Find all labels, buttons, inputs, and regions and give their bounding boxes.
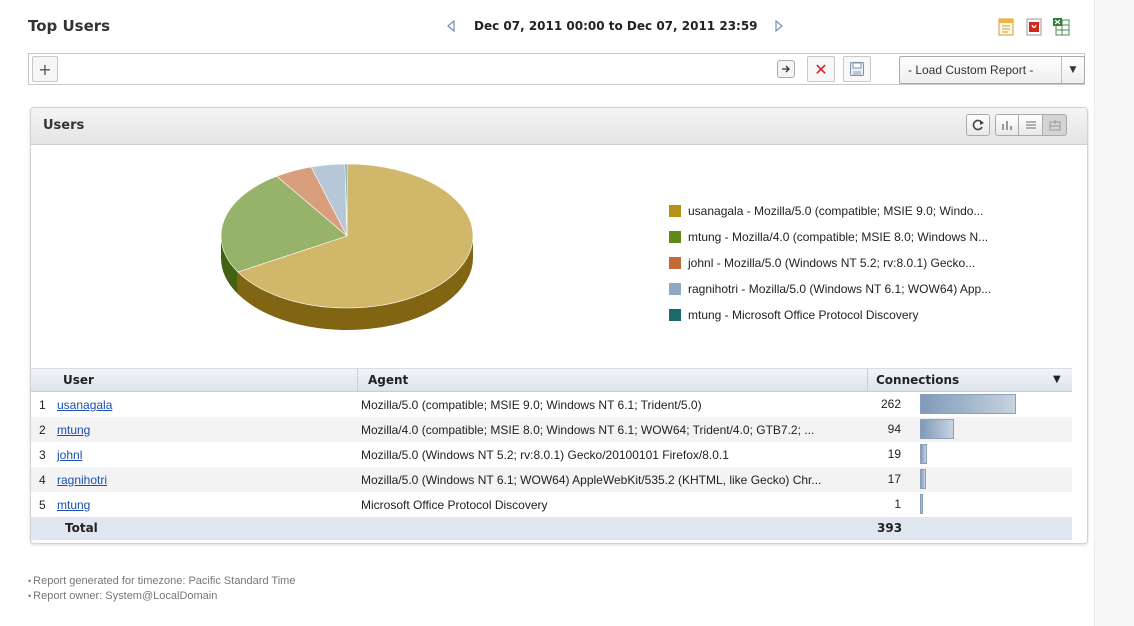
users-panel: Users usanagala - Mozilla/5.0 (compatibl…: [30, 107, 1088, 544]
export-toolbar: [996, 17, 1072, 37]
footer-owner-text: Report owner: System@LocalDomain: [33, 590, 218, 602]
user-link[interactable]: ragnihotri: [57, 473, 107, 487]
legend-swatch: [669, 231, 681, 243]
user-link[interactable]: mtung: [57, 423, 90, 437]
close-icon: ✕: [814, 59, 828, 79]
connections-value: 1: [894, 497, 901, 511]
pie-chart-svg: [220, 163, 474, 330]
column-header-user[interactable]: User: [63, 373, 94, 387]
date-range: Dec 07, 2011 00:00 to Dec 07, 2011 23:59: [474, 19, 758, 33]
list-icon[interactable]: [1019, 114, 1043, 136]
table-row: 5 mtung Microsoft Office Protocol Discover…: [31, 492, 1072, 517]
filter-bar: + ✕ - Load Custom Report - ▼: [28, 53, 1085, 85]
agent-text: Microsoft Office Protocol Discovery: [361, 498, 548, 512]
total-value: 393: [877, 521, 903, 535]
apply-filter-button[interactable]: [777, 60, 795, 78]
table-body: 1 usanagala Mozilla/5.0 (compatible; MSIE …: [31, 392, 1072, 517]
agent-text: Mozilla/5.0 (Windows NT 6.1; WOW64) Appl…: [361, 473, 822, 487]
column-divider: [867, 369, 868, 391]
footer-timezone-text: Report generated for timezone: Pacific S…: [33, 575, 296, 587]
filter-input[interactable]: [65, 57, 769, 83]
legend-item: usanagala - Mozilla/5.0 (compatible; MSI…: [669, 198, 991, 224]
column-divider: [357, 369, 358, 391]
table-row: 3 johnl Mozilla/5.0 (Windows NT 5.2; rv:8.…: [31, 442, 1072, 467]
column-header-agent[interactable]: Agent: [368, 373, 408, 387]
legend-item: ragnihotri - Mozilla/5.0 (Windows NT 6.1…: [669, 276, 991, 302]
panel-header: Users: [31, 108, 1087, 145]
report-icon[interactable]: [996, 17, 1016, 37]
legend-item: mtung - Microsoft Office Protocol Discov…: [669, 302, 991, 328]
table-header: User Agent Connections ▼: [31, 368, 1072, 392]
row-number: 1: [39, 398, 46, 412]
legend-label: ragnihotri - Mozilla/5.0 (Windows NT 6.1…: [688, 282, 992, 296]
pdf-icon[interactable]: [1024, 17, 1044, 37]
view-toolbar: [966, 114, 1067, 136]
agent-text: Mozilla/4.0 (compatible; MSIE 8.0; Windo…: [361, 423, 815, 437]
legend-label: johnl - Mozilla/5.0 (Windows NT 5.2; rv:…: [688, 256, 976, 270]
chart-legend: usanagala - Mozilla/5.0 (compatible; MSI…: [669, 198, 991, 328]
row-number: 2: [39, 423, 46, 437]
bar-chart-icon[interactable]: [995, 114, 1019, 136]
arrow-right-icon: [782, 65, 790, 73]
pie-chart: [219, 158, 475, 358]
legend-swatch: [669, 205, 681, 217]
users-table: User Agent Connections ▼ 1 usanagala Mozil…: [31, 368, 1072, 540]
panel-title: Users: [43, 118, 85, 133]
connections-bar: [920, 419, 954, 439]
total-label: Total: [65, 521, 98, 535]
page-edge: [1094, 0, 1134, 626]
legend-swatch: [669, 309, 681, 321]
legend-swatch: [669, 283, 681, 295]
report-select-label: - Load Custom Report -: [908, 63, 1034, 77]
connections-value: 262: [880, 397, 901, 411]
connections-bar: [920, 494, 923, 514]
legend-item: mtung - Mozilla/4.0 (compatible; MSIE 8.…: [669, 224, 991, 250]
connections-value: 94: [887, 422, 901, 436]
user-link[interactable]: usanagala: [57, 398, 112, 412]
legend-label: mtung - Microsoft Office Protocol Discov…: [688, 308, 919, 322]
agent-text: Mozilla/5.0 (compatible; MSIE 9.0; Windo…: [361, 398, 702, 412]
legend-label: mtung - Mozilla/4.0 (compatible; MSIE 8.…: [688, 230, 989, 244]
save-icon: [850, 62, 864, 76]
table-row: 4 ragnihotri Mozilla/5.0 (Windows NT 6.1; …: [31, 467, 1072, 492]
footer-owner: • Report owner: System@LocalDomain: [28, 590, 218, 602]
legend-swatch: [669, 257, 681, 269]
row-number: 5: [39, 498, 46, 512]
row-number: 4: [39, 473, 46, 487]
date-navigator: Dec 07, 2011 00:00 to Dec 07, 2011 23:59: [444, 19, 786, 33]
pie-chart-icon[interactable]: [1043, 114, 1067, 136]
legend-item: johnl - Mozilla/5.0 (Windows NT 5.2; rv:…: [669, 250, 991, 276]
agent-text: Mozilla/5.0 (Windows NT 5.2; rv:8.0.1) G…: [361, 448, 729, 462]
save-report-button[interactable]: [843, 56, 871, 82]
connections-value: 17: [887, 472, 901, 486]
column-header-connections[interactable]: Connections: [876, 373, 959, 387]
excel-icon[interactable]: [1052, 17, 1072, 37]
legend-label: usanagala - Mozilla/5.0 (compatible; MSI…: [688, 204, 984, 218]
report-footer: • Report generated for timezone: Pacific …: [28, 574, 295, 604]
footer-timezone: • Report generated for timezone: Pacific …: [28, 575, 296, 587]
connections-bar: [920, 469, 926, 489]
user-link[interactable]: mtung: [57, 498, 90, 512]
table-row: 2 mtung Mozilla/4.0 (compatible; MSIE 8.0;…: [31, 417, 1072, 442]
row-number: 3: [39, 448, 46, 462]
connections-bar: [920, 444, 927, 464]
refresh-icon[interactable]: [966, 114, 990, 136]
page-title: Top Users: [28, 17, 111, 35]
chevron-down-icon: ▼: [1061, 57, 1084, 83]
load-custom-report-select[interactable]: - Load Custom Report - ▼: [899, 56, 1085, 84]
connections-bar: [920, 394, 1016, 414]
table-row: 1 usanagala Mozilla/5.0 (compatible; MSIE …: [31, 392, 1072, 417]
user-link[interactable]: johnl: [57, 448, 82, 462]
connections-value: 19: [887, 447, 901, 461]
sort-desc-icon[interactable]: ▼: [1053, 374, 1061, 385]
add-filter-button[interactable]: +: [32, 56, 58, 82]
prev-date-icon[interactable]: [444, 19, 458, 33]
next-date-icon[interactable]: [772, 19, 786, 33]
table-total-row: Total 393: [31, 517, 1072, 540]
clear-filter-button[interactable]: ✕: [807, 56, 835, 82]
